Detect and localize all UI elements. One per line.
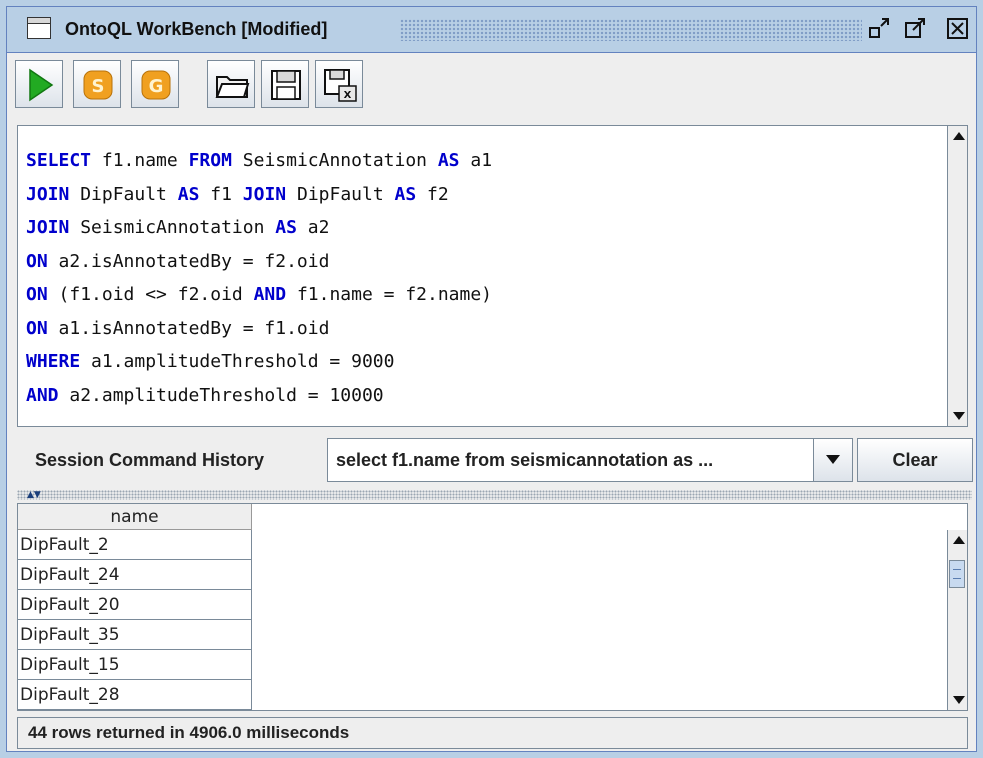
sql-keyword: AS bbox=[394, 183, 417, 205]
sql-text: SeismicAnnotation bbox=[69, 217, 276, 238]
scroll-up-arrow-icon[interactable] bbox=[950, 532, 966, 548]
table-row[interactable]: DipFault_2 bbox=[18, 530, 252, 560]
sql-text: a1.isAnnotatedBy = f1.oid bbox=[47, 317, 330, 339]
history-selected: select f1.name from seismicannotation as… bbox=[336, 450, 714, 470]
column-header[interactable]: name bbox=[18, 504, 252, 530]
sql-text: a1 bbox=[459, 150, 493, 171]
title-bar[interactable]: OntoQL WorkBench [Modified] bbox=[7, 7, 976, 53]
table-row[interactable]: DipFault_15 bbox=[18, 650, 252, 680]
app-window: OntoQL WorkBench [Modified] S G X SELECT… bbox=[0, 0, 983, 758]
s-button[interactable]: S bbox=[73, 60, 121, 108]
sql-keyword: AS bbox=[177, 183, 200, 205]
table-row[interactable]: DipFault_24 bbox=[18, 560, 252, 590]
status-text: 44 rows returned in 4906.0 milliseconds bbox=[28, 723, 350, 742]
query-text[interactable]: SELECT f1.name FROM SeismicAnnotation AS… bbox=[26, 144, 492, 412]
sql-text: f2 bbox=[416, 183, 449, 205]
table-row[interactable]: DipFault_28 bbox=[18, 680, 252, 710]
title-bar-grip bbox=[400, 19, 862, 41]
play-icon bbox=[29, 68, 54, 102]
internal-frame: OntoQL WorkBench [Modified] S G X SELECT… bbox=[6, 6, 977, 752]
scroll-down-arrow-icon[interactable] bbox=[950, 408, 966, 424]
sql-keyword: ON bbox=[26, 250, 48, 272]
close-icon[interactable] bbox=[945, 16, 971, 42]
code-line: AND a2.amplitudeThreshold = 10000 bbox=[26, 379, 492, 413]
code-line: JOIN DipFault AS f1 JOIN DipFault AS f2 bbox=[26, 178, 492, 212]
sql-text: SeismicAnnotation bbox=[231, 150, 438, 171]
history-bar: Session Command History select f1.name f… bbox=[17, 432, 973, 488]
sql-keyword: WHERE bbox=[26, 351, 81, 372]
save-button[interactable] bbox=[261, 60, 309, 108]
floppy-export-icon: X bbox=[324, 69, 357, 102]
split-pane-divider[interactable]: ▲▼ bbox=[17, 490, 972, 500]
toolbar: S G X bbox=[11, 57, 972, 113]
code-line: ON a2.isAnnotatedBy = f2.oid bbox=[26, 245, 492, 279]
history-combobox[interactable]: select f1.name from seismicannotation as… bbox=[327, 438, 853, 482]
code-line: ON (f1.oid <> f2.oid AND f1.name = f2.na… bbox=[26, 278, 492, 312]
s-icon: S bbox=[83, 70, 113, 100]
table-row[interactable]: DipFault_20 bbox=[18, 590, 252, 620]
sql-text: DipFault bbox=[286, 183, 395, 205]
results-rows: DipFault_2 DipFault_24 DipFault_20 DipFault… bbox=[18, 530, 252, 710]
code-line: SELECT f1.name FROM SeismicAnnotation AS… bbox=[26, 144, 492, 178]
window-title: OntoQL WorkBench [Modified] bbox=[65, 19, 328, 39]
g-button[interactable]: G bbox=[131, 60, 179, 108]
code-line: JOIN SeismicAnnotation AS a2 bbox=[26, 211, 492, 245]
scroll-up-arrow-icon[interactable] bbox=[950, 128, 966, 144]
status-bar: 44 rows returned in 4906.0 milliseconds bbox=[17, 717, 968, 749]
chevron-down-icon[interactable] bbox=[813, 439, 852, 481]
history-label: Session Command History bbox=[35, 450, 265, 470]
scroll-down-arrow-icon[interactable] bbox=[950, 692, 966, 708]
sql-keyword: JOIN bbox=[26, 217, 70, 238]
sql-text: f1 bbox=[199, 183, 243, 205]
editor-scrollbar[interactable] bbox=[947, 126, 967, 426]
sql-text: DipFault bbox=[69, 183, 178, 205]
svg-text:X: X bbox=[344, 90, 352, 101]
split-arrows-icon[interactable]: ▲▼ bbox=[27, 490, 41, 500]
run-button[interactable] bbox=[15, 60, 63, 108]
results-scrollbar[interactable] bbox=[947, 530, 967, 710]
svg-text:S: S bbox=[92, 76, 105, 97]
sql-keyword: ON bbox=[26, 284, 48, 305]
sql-text: f1.name = f2.name) bbox=[286, 284, 493, 305]
svg-text:G: G bbox=[149, 76, 164, 97]
results-table: name DipFault_2 DipFault_24 DipFault_20 Dip… bbox=[17, 503, 968, 711]
code-line: ON a1.isAnnotatedBy = f1.oid bbox=[26, 312, 492, 346]
restore-icon[interactable] bbox=[867, 16, 893, 42]
code-line: WHERE a1.amplitudeThreshold = 9000 bbox=[26, 345, 492, 379]
sql-keyword: AND bbox=[253, 284, 287, 305]
folder-icon bbox=[215, 76, 250, 98]
sql-text: a1.amplitudeThreshold = 9000 bbox=[80, 351, 395, 372]
sql-keyword: AS bbox=[437, 150, 460, 171]
table-row[interactable]: DipFault_35 bbox=[18, 620, 252, 650]
sql-keyword: JOIN bbox=[242, 183, 287, 205]
sql-text: a2 bbox=[296, 217, 330, 238]
floppy-icon bbox=[271, 70, 301, 100]
sql-text: a2.isAnnotatedBy = f2.oid bbox=[47, 250, 330, 272]
sql-text: f1.name bbox=[91, 150, 189, 171]
maximize-icon[interactable] bbox=[903, 16, 929, 42]
scroll-thumb[interactable] bbox=[949, 560, 965, 588]
sql-keyword: FROM bbox=[188, 150, 232, 171]
sql-keyword: JOIN bbox=[26, 183, 70, 205]
sql-keyword: ON bbox=[26, 317, 48, 339]
clear-button[interactable]: Clear bbox=[857, 438, 973, 482]
g-icon: G bbox=[141, 70, 171, 100]
sql-text: a2.amplitudeThreshold = 10000 bbox=[58, 384, 384, 406]
sql-text: (f1.oid <> f2.oid bbox=[47, 284, 254, 305]
sql-keyword: AND bbox=[26, 384, 59, 406]
export-button[interactable]: X bbox=[315, 60, 363, 108]
window-menu-icon[interactable] bbox=[27, 17, 51, 39]
sql-keyword: SELECT bbox=[26, 150, 92, 171]
query-editor[interactable]: SELECT f1.name FROM SeismicAnnotation AS… bbox=[17, 125, 968, 427]
sql-keyword: AS bbox=[275, 217, 297, 238]
open-button[interactable] bbox=[207, 60, 255, 108]
